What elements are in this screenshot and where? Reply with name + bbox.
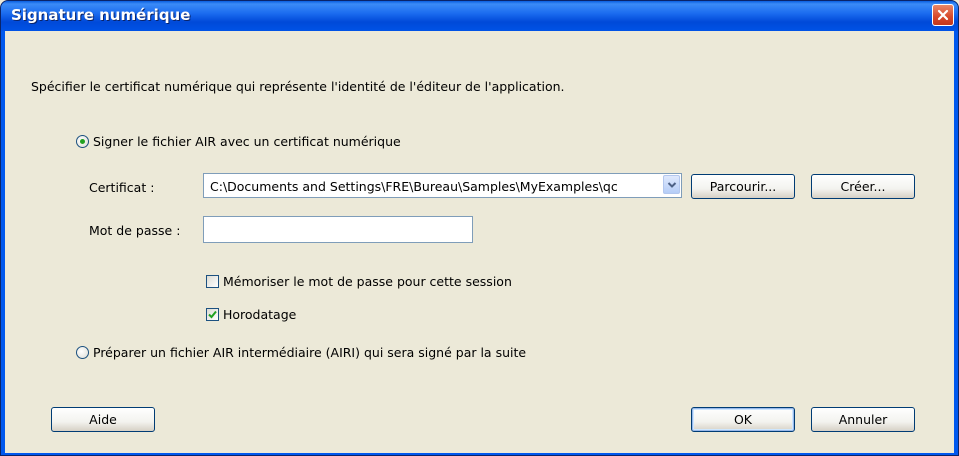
- dialog-body: Spécifier le certificat numérique qui re…: [5, 31, 954, 453]
- create-button[interactable]: Créer...: [811, 174, 915, 199]
- dialog-window: Signature numérique Spécifier le certifi…: [0, 0, 959, 456]
- timestamp-checkbox[interactable]: [206, 308, 219, 321]
- chevron-down-icon: [667, 181, 676, 188]
- close-icon: [937, 9, 949, 21]
- check-icon: [208, 310, 217, 319]
- password-label: Mot de passe :: [89, 223, 181, 238]
- sign-radio[interactable]: [76, 135, 89, 148]
- remember-password-checkbox[interactable]: [206, 275, 219, 288]
- remember-password-label[interactable]: Mémoriser le mot de passe pour cette ses…: [223, 274, 512, 289]
- radio-selected-dot: [80, 139, 85, 144]
- timestamp-label[interactable]: Horodatage: [223, 307, 296, 322]
- password-input[interactable]: [203, 216, 473, 243]
- prepare-radio-label[interactable]: Préparer un fichier AIR intermédiaire (A…: [93, 345, 526, 360]
- ok-button[interactable]: OK: [691, 407, 795, 432]
- cancel-button[interactable]: Annuler: [811, 407, 915, 432]
- certificate-combobox[interactable]: C:\Documents and Settings\FRE\Bureau\Sam…: [203, 173, 682, 198]
- sign-radio-label[interactable]: Signer le fichier AIR avec un certificat…: [93, 134, 401, 149]
- prepare-radio[interactable]: [76, 346, 89, 359]
- certificate-value: C:\Documents and Settings\FRE\Bureau\Sam…: [210, 179, 618, 194]
- certificate-dropdown-button[interactable]: [663, 175, 680, 194]
- certificate-label: Certificat :: [89, 180, 155, 195]
- close-button[interactable]: [932, 4, 954, 26]
- description-text: Spécifier le certificat numérique qui re…: [31, 79, 565, 94]
- title-bar[interactable]: Signature numérique: [1, 1, 958, 31]
- help-button[interactable]: Aide: [51, 407, 155, 432]
- browse-button[interactable]: Parcourir...: [691, 174, 795, 199]
- window-title: Signature numérique: [11, 6, 191, 24]
